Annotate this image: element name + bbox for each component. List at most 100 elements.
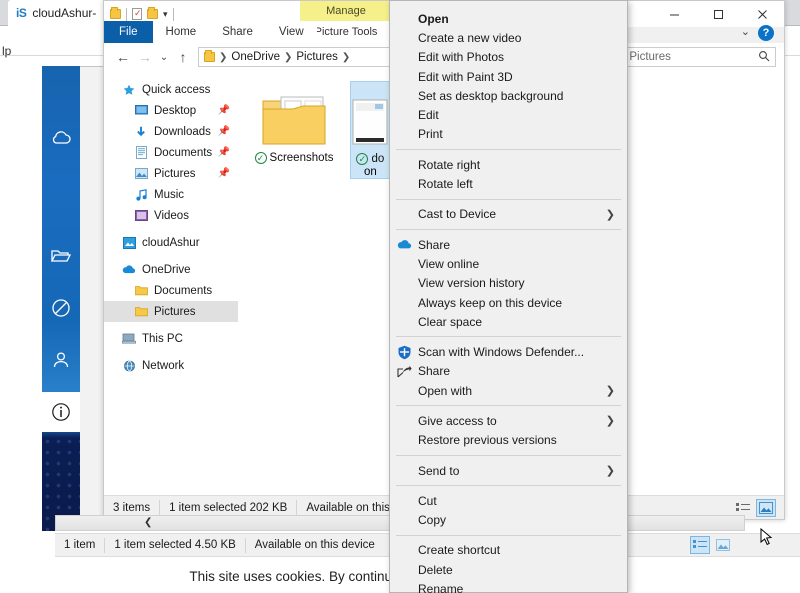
sidebar-item-label: Documents [154, 284, 213, 297]
selection-info: 1 item selected 4.50 KB [105, 537, 246, 553]
menu-separator [396, 454, 621, 456]
menu-item-rotate-left[interactable]: Rotate left [390, 174, 627, 193]
pin-icon[interactable]: 📌 [218, 126, 230, 137]
sidebar-item-label: Quick access [142, 83, 211, 96]
sidebar-item-onedrive-documents[interactable]: Documents [104, 280, 238, 301]
user-icon[interactable] [42, 340, 80, 380]
forward-arrow-icon[interactable]: → [134, 49, 156, 65]
menu-item-edit-with-paint-3d[interactable]: Edit with Paint 3D [390, 67, 627, 86]
menu-item-give-access-to[interactable]: Give access to ❯ [390, 411, 627, 430]
menu-item-view-version-history[interactable]: View version history [390, 274, 627, 293]
menu-item-copy[interactable]: Copy [390, 511, 627, 530]
divider [126, 7, 127, 21]
app-sidebar [42, 66, 80, 531]
pin-icon[interactable]: 📌 [218, 168, 230, 179]
sidebar-item-documents[interactable]: Documents 📌 [104, 142, 238, 163]
block-icon[interactable] [42, 288, 80, 328]
menu-item-edit-with-photos[interactable]: Edit with Photos [390, 48, 627, 67]
menu-item-edit[interactable]: Edit [390, 105, 627, 124]
item-name-row: ✓ Screenshots [253, 151, 335, 165]
menu-item-send-to[interactable]: Send to ❯ [390, 461, 627, 480]
search-icon[interactable] [758, 50, 770, 65]
breadcrumb-item-pictures[interactable]: Pictures [296, 51, 338, 63]
breadcrumb-separator: ❯ [219, 51, 228, 63]
pin-icon[interactable]: 📌 [218, 105, 230, 116]
menu-item-label: Edit [418, 108, 439, 123]
list-item[interactable]: ✓ do on [350, 81, 391, 179]
up-arrow-icon[interactable]: ↑ [172, 49, 194, 65]
pin-icon[interactable]: 📌 [218, 147, 230, 158]
sidebar-item-videos[interactable]: Videos [104, 205, 238, 226]
folder-icon[interactable] [42, 236, 80, 276]
sidebar-item-onedrive[interactable]: OneDrive [104, 259, 238, 280]
breadcrumb-item-onedrive[interactable]: OneDrive [231, 51, 280, 63]
menu-item-scan-with-windows-defender[interactable]: Scan with Windows Defender... [390, 342, 627, 361]
breadcrumb-separator: ❯ [283, 51, 293, 63]
customize-caret-icon[interactable]: ▾ [163, 9, 168, 20]
large-icons-view-button[interactable] [713, 536, 733, 554]
tab-home[interactable]: Home [152, 21, 210, 43]
menu-separator [396, 534, 621, 536]
menu-item-rotate-right[interactable]: Rotate right [390, 155, 627, 174]
menu-item-set-as-desktop-background[interactable]: Set as desktop background [390, 86, 627, 105]
list-item[interactable]: ✓ Screenshots [253, 81, 335, 165]
download-icon [134, 125, 148, 139]
star-icon [122, 83, 136, 97]
menu-item-share[interactable]: Share [390, 362, 627, 381]
menu-item-clear-space[interactable]: Clear space [390, 312, 627, 331]
details-view-button[interactable] [733, 499, 753, 517]
chevron-right-icon: ❯ [605, 208, 615, 221]
menu-item-label: Clear space [418, 314, 483, 329]
menu-item-cast-to-device[interactable]: Cast to Device ❯ [390, 205, 627, 224]
tab-share[interactable]: Share [209, 21, 266, 43]
new-folder-icon[interactable] [147, 7, 158, 19]
chevron-left-icon[interactable]: ❮ [144, 517, 152, 528]
menu-item-always-keep-on-this-device[interactable]: Always keep on this device [390, 293, 627, 312]
sidebar-item-network[interactable]: Network [104, 355, 238, 376]
sidebar-item-label: Downloads [154, 125, 211, 138]
cloud-icon[interactable] [42, 118, 80, 158]
large-icons-view-button[interactable] [756, 498, 776, 517]
menu-item-restore-previous-versions[interactable]: Restore previous versions [390, 431, 627, 450]
menu-item-open-with[interactable]: Open with ❯ [390, 381, 627, 400]
folder-icon[interactable] [110, 7, 121, 19]
menu-item-cut[interactable]: Cut [390, 491, 627, 510]
menu-separator [396, 149, 621, 151]
menu-item-rename[interactable]: Rename [390, 579, 627, 593]
properties-icon[interactable] [132, 8, 142, 20]
menu-item-view-online[interactable]: View online [390, 254, 627, 273]
menu-separator [396, 198, 621, 200]
menu-item-create-shortcut[interactable]: Create shortcut [390, 541, 627, 560]
close-icon[interactable] [740, 1, 784, 27]
info-icon[interactable] [42, 392, 80, 432]
menu-item-print[interactable]: Print [390, 125, 627, 144]
menu-separator [396, 228, 621, 230]
maximize-icon[interactable] [696, 1, 740, 27]
browser-help-menu[interactable]: lp [2, 44, 11, 58]
chevron-down-icon[interactable]: ⌄ [741, 25, 750, 38]
menu-item-delete[interactable]: Delete [390, 560, 627, 579]
menu-item-open[interactable]: Open [390, 9, 627, 28]
sidebar-item-music[interactable]: Music [104, 184, 238, 205]
sidebar-item-desktop[interactable]: Desktop 📌 [104, 100, 238, 121]
sidebar-item-onedrive-pictures[interactable]: Pictures [104, 301, 238, 322]
menu-item-create-a-new-video[interactable]: Create a new video [390, 28, 627, 47]
sidebar-item-pictures[interactable]: Pictures 📌 [104, 163, 238, 184]
back-arrow-icon[interactable]: ← [112, 49, 134, 65]
recent-locations-icon[interactable]: ⌄ [156, 52, 172, 63]
search-input[interactable]: ch Pictures [608, 47, 776, 67]
help-button[interactable]: ? [758, 25, 774, 41]
menu-item-label: Open [418, 11, 449, 26]
sidebar-item-this-pc[interactable]: This PC [104, 328, 238, 349]
details-view-button[interactable] [690, 536, 710, 554]
sidebar-item-quick-access[interactable]: Quick access [104, 79, 238, 100]
menu-item-share[interactable]: Share [390, 235, 627, 254]
tab-view[interactable]: View [265, 21, 317, 43]
context-menu[interactable]: Open Create a new video Edit with Photos Ed… [389, 0, 628, 593]
tab-file[interactable]: File [104, 21, 153, 43]
sidebar-item-cloudashur[interactable]: cloudAshur [104, 232, 238, 253]
istorage-icon: iS [16, 6, 27, 20]
sidebar-item-downloads[interactable]: Downloads 📌 [104, 121, 238, 142]
minimize-icon[interactable] [652, 1, 696, 27]
browser-tab[interactable]: iS cloudAshur- [8, 0, 107, 26]
